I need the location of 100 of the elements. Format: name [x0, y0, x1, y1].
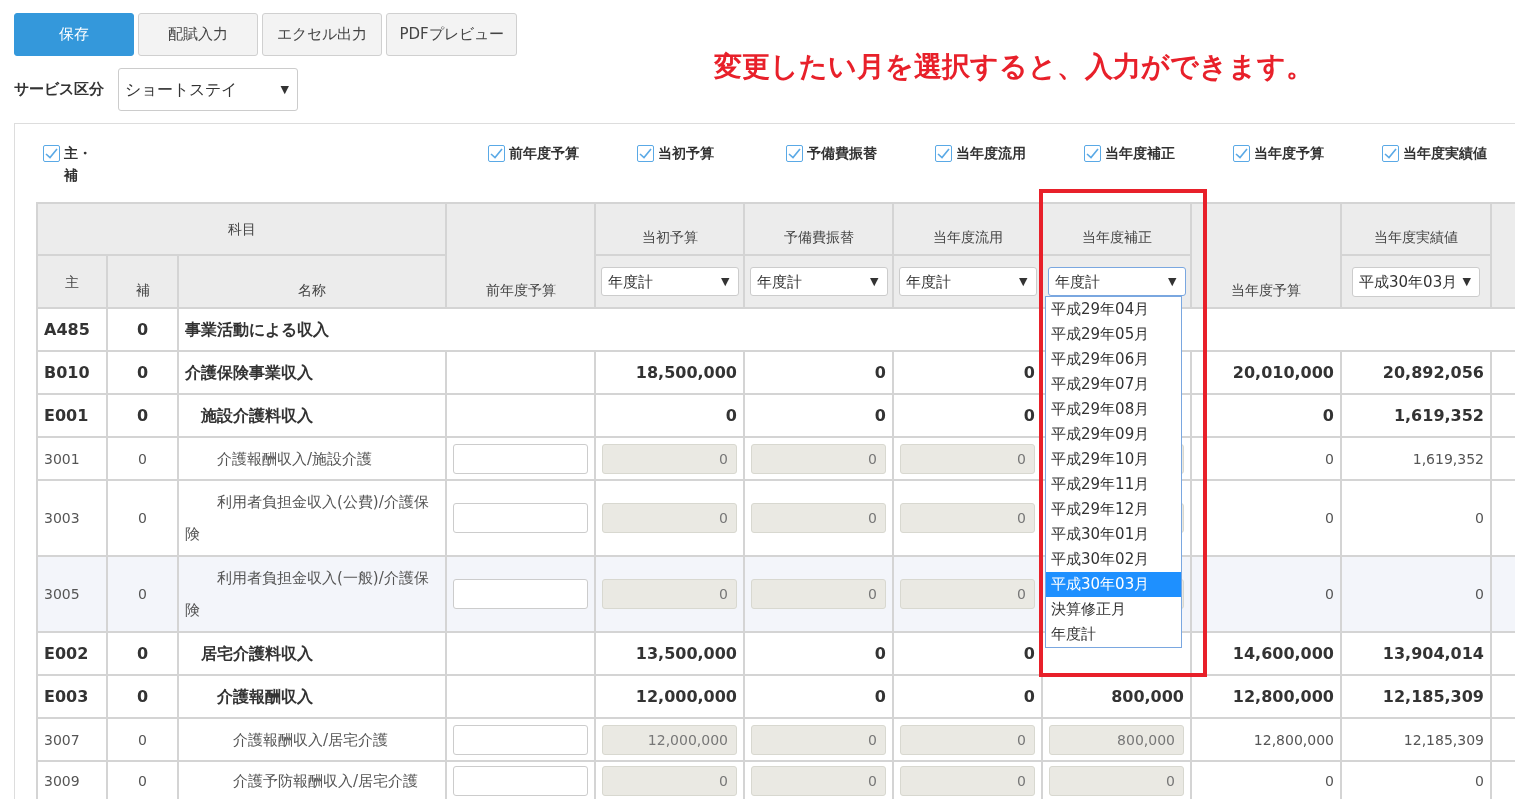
amount-field[interactable]: 0	[602, 579, 737, 609]
amount-value: 12,000,000	[635, 686, 737, 706]
sub-cell: 0	[107, 394, 178, 437]
amount-field[interactable]: 0	[751, 443, 886, 474]
account-name: 施設介護料収入	[178, 394, 446, 437]
amount-value: 0	[1325, 450, 1334, 467]
code-cell: 3009	[37, 761, 107, 799]
toolbar-button[interactable]: エクセル出力	[262, 13, 382, 56]
caret-icon: ▼	[1019, 272, 1028, 291]
amount-field[interactable]: 12,000,000	[602, 724, 737, 755]
amount-field[interactable]	[453, 766, 588, 796]
column-header: 科目	[37, 203, 446, 255]
account-name: 介護保険事業収入	[178, 351, 446, 394]
amount-value: 20,892,056	[1382, 362, 1484, 382]
column-header: 当年度実績値	[1341, 203, 1491, 255]
checkbox[interactable]	[488, 145, 505, 162]
amount-value: 0	[1475, 773, 1484, 789]
amount-value: 0	[874, 362, 886, 382]
sub-cell: 0	[107, 556, 178, 632]
toolbar-button[interactable]: PDFプレビュー	[386, 13, 517, 56]
amount-value: 18,500,000	[635, 362, 737, 382]
checkbox-label: 当年度補正	[1105, 144, 1175, 163]
code-cell: A485	[37, 308, 107, 351]
caret-icon: ▼	[1462, 272, 1471, 291]
month-select[interactable]: 平成30年03月 ▼	[1352, 266, 1480, 297]
amount-field[interactable]: 0	[1049, 766, 1184, 796]
amount-value: 0	[1475, 510, 1484, 526]
amount-value: 0	[1325, 510, 1334, 526]
sub-cell: 0	[107, 718, 178, 761]
amount-value: 0	[874, 686, 886, 706]
amount-field[interactable]: 0	[900, 503, 1035, 533]
amount-field[interactable]: 0	[900, 579, 1035, 609]
account-name: 介護報酬収入/施設介護	[178, 437, 446, 480]
month-select[interactable]: 年度計 ▼	[898, 267, 1037, 296]
caret-icon: ▼	[280, 80, 289, 99]
amount-value: 12,185,309	[1382, 686, 1484, 706]
amount-field[interactable]	[453, 443, 588, 474]
checkbox-label: 当年度実績値	[1403, 144, 1487, 163]
checkbox-label: 主・補	[64, 144, 93, 185]
checkbox-label: 前年度予算	[509, 144, 579, 163]
amount-field[interactable]: 0	[751, 579, 886, 609]
sub-cell: 0	[107, 308, 178, 351]
checkbox-label: 予備費振替	[807, 144, 877, 163]
amount-field[interactable]: 0	[900, 443, 1035, 474]
checkbox[interactable]	[43, 145, 60, 162]
checkbox-label: 当年度流用	[956, 144, 1026, 163]
month-select[interactable]: 年度計 ▼	[1047, 267, 1186, 296]
account-name: 居宅介護料収入	[178, 632, 446, 675]
account-name: 介護報酬収入	[178, 675, 446, 718]
account-name: 利用者負担金収入(公費)/介護保険	[178, 480, 446, 556]
column-header: 当年度流用	[893, 203, 1042, 255]
amount-value: 0	[1325, 586, 1334, 602]
amount-field[interactable]	[453, 579, 588, 609]
amount-value: 0	[1475, 586, 1484, 602]
sub-cell: 0	[107, 437, 178, 480]
amount-field[interactable]: 0	[900, 766, 1035, 796]
amount-field[interactable]: 0	[751, 503, 886, 533]
checkbox[interactable]	[935, 145, 952, 162]
amount-field[interactable]: 0	[602, 503, 737, 533]
checkbox[interactable]	[637, 145, 654, 162]
toolbar-button[interactable]: 配賦入力	[138, 13, 258, 56]
amount-field[interactable]: 0	[751, 724, 886, 755]
column-header: 名称	[178, 255, 446, 308]
amount-field[interactable]: 0	[602, 766, 737, 796]
amount-field[interactable]: 800,000	[1049, 724, 1184, 755]
amount-field[interactable]: 0	[602, 443, 737, 474]
caret-icon: ▼	[870, 272, 879, 291]
amount-field[interactable]: 0	[900, 724, 1035, 755]
amount-value: 12,800,000	[1232, 686, 1334, 706]
amount-value: 0	[1023, 643, 1035, 663]
column-header: 主	[37, 255, 107, 308]
code-cell: E001	[37, 394, 107, 437]
service-select[interactable]: ショートステイ ▼	[118, 68, 298, 111]
column-header: 予備費振替	[744, 203, 893, 255]
sub-cell: 0	[107, 351, 178, 394]
amount-value: 20,010,000	[1232, 362, 1334, 382]
column-header: 前年度予算	[446, 203, 595, 308]
checkbox[interactable]	[1233, 145, 1250, 162]
month-select[interactable]: 年度計 ▼	[749, 267, 888, 296]
amount-field[interactable]: 0	[751, 766, 886, 796]
amount-field[interactable]	[453, 724, 588, 755]
code-cell: B010	[37, 351, 107, 394]
account-name: 介護予防報酬収入/居宅介護	[178, 761, 446, 799]
amount-value: 12,800,000	[1253, 731, 1334, 748]
checkbox[interactable]	[1084, 145, 1101, 162]
service-label: サービス区分	[14, 80, 104, 99]
account-name: 介護報酬収入/居宅介護	[178, 718, 446, 761]
code-cell: 3003	[37, 480, 107, 556]
amount-value: 14,600,000	[1232, 643, 1334, 663]
column-header: 当年度予算	[1191, 203, 1341, 308]
amount-value: 0	[1023, 362, 1035, 382]
checkbox[interactable]	[786, 145, 803, 162]
code-cell: 3001	[37, 437, 107, 480]
sub-cell: 0	[107, 761, 178, 799]
amount-value: 0	[1023, 405, 1035, 425]
amount-value: 13,500,000	[635, 643, 737, 663]
month-select[interactable]: 年度計 ▼	[600, 267, 739, 296]
column-header: 当初予算	[595, 203, 744, 255]
checkbox[interactable]	[1382, 145, 1399, 162]
amount-field[interactable]	[453, 503, 588, 533]
